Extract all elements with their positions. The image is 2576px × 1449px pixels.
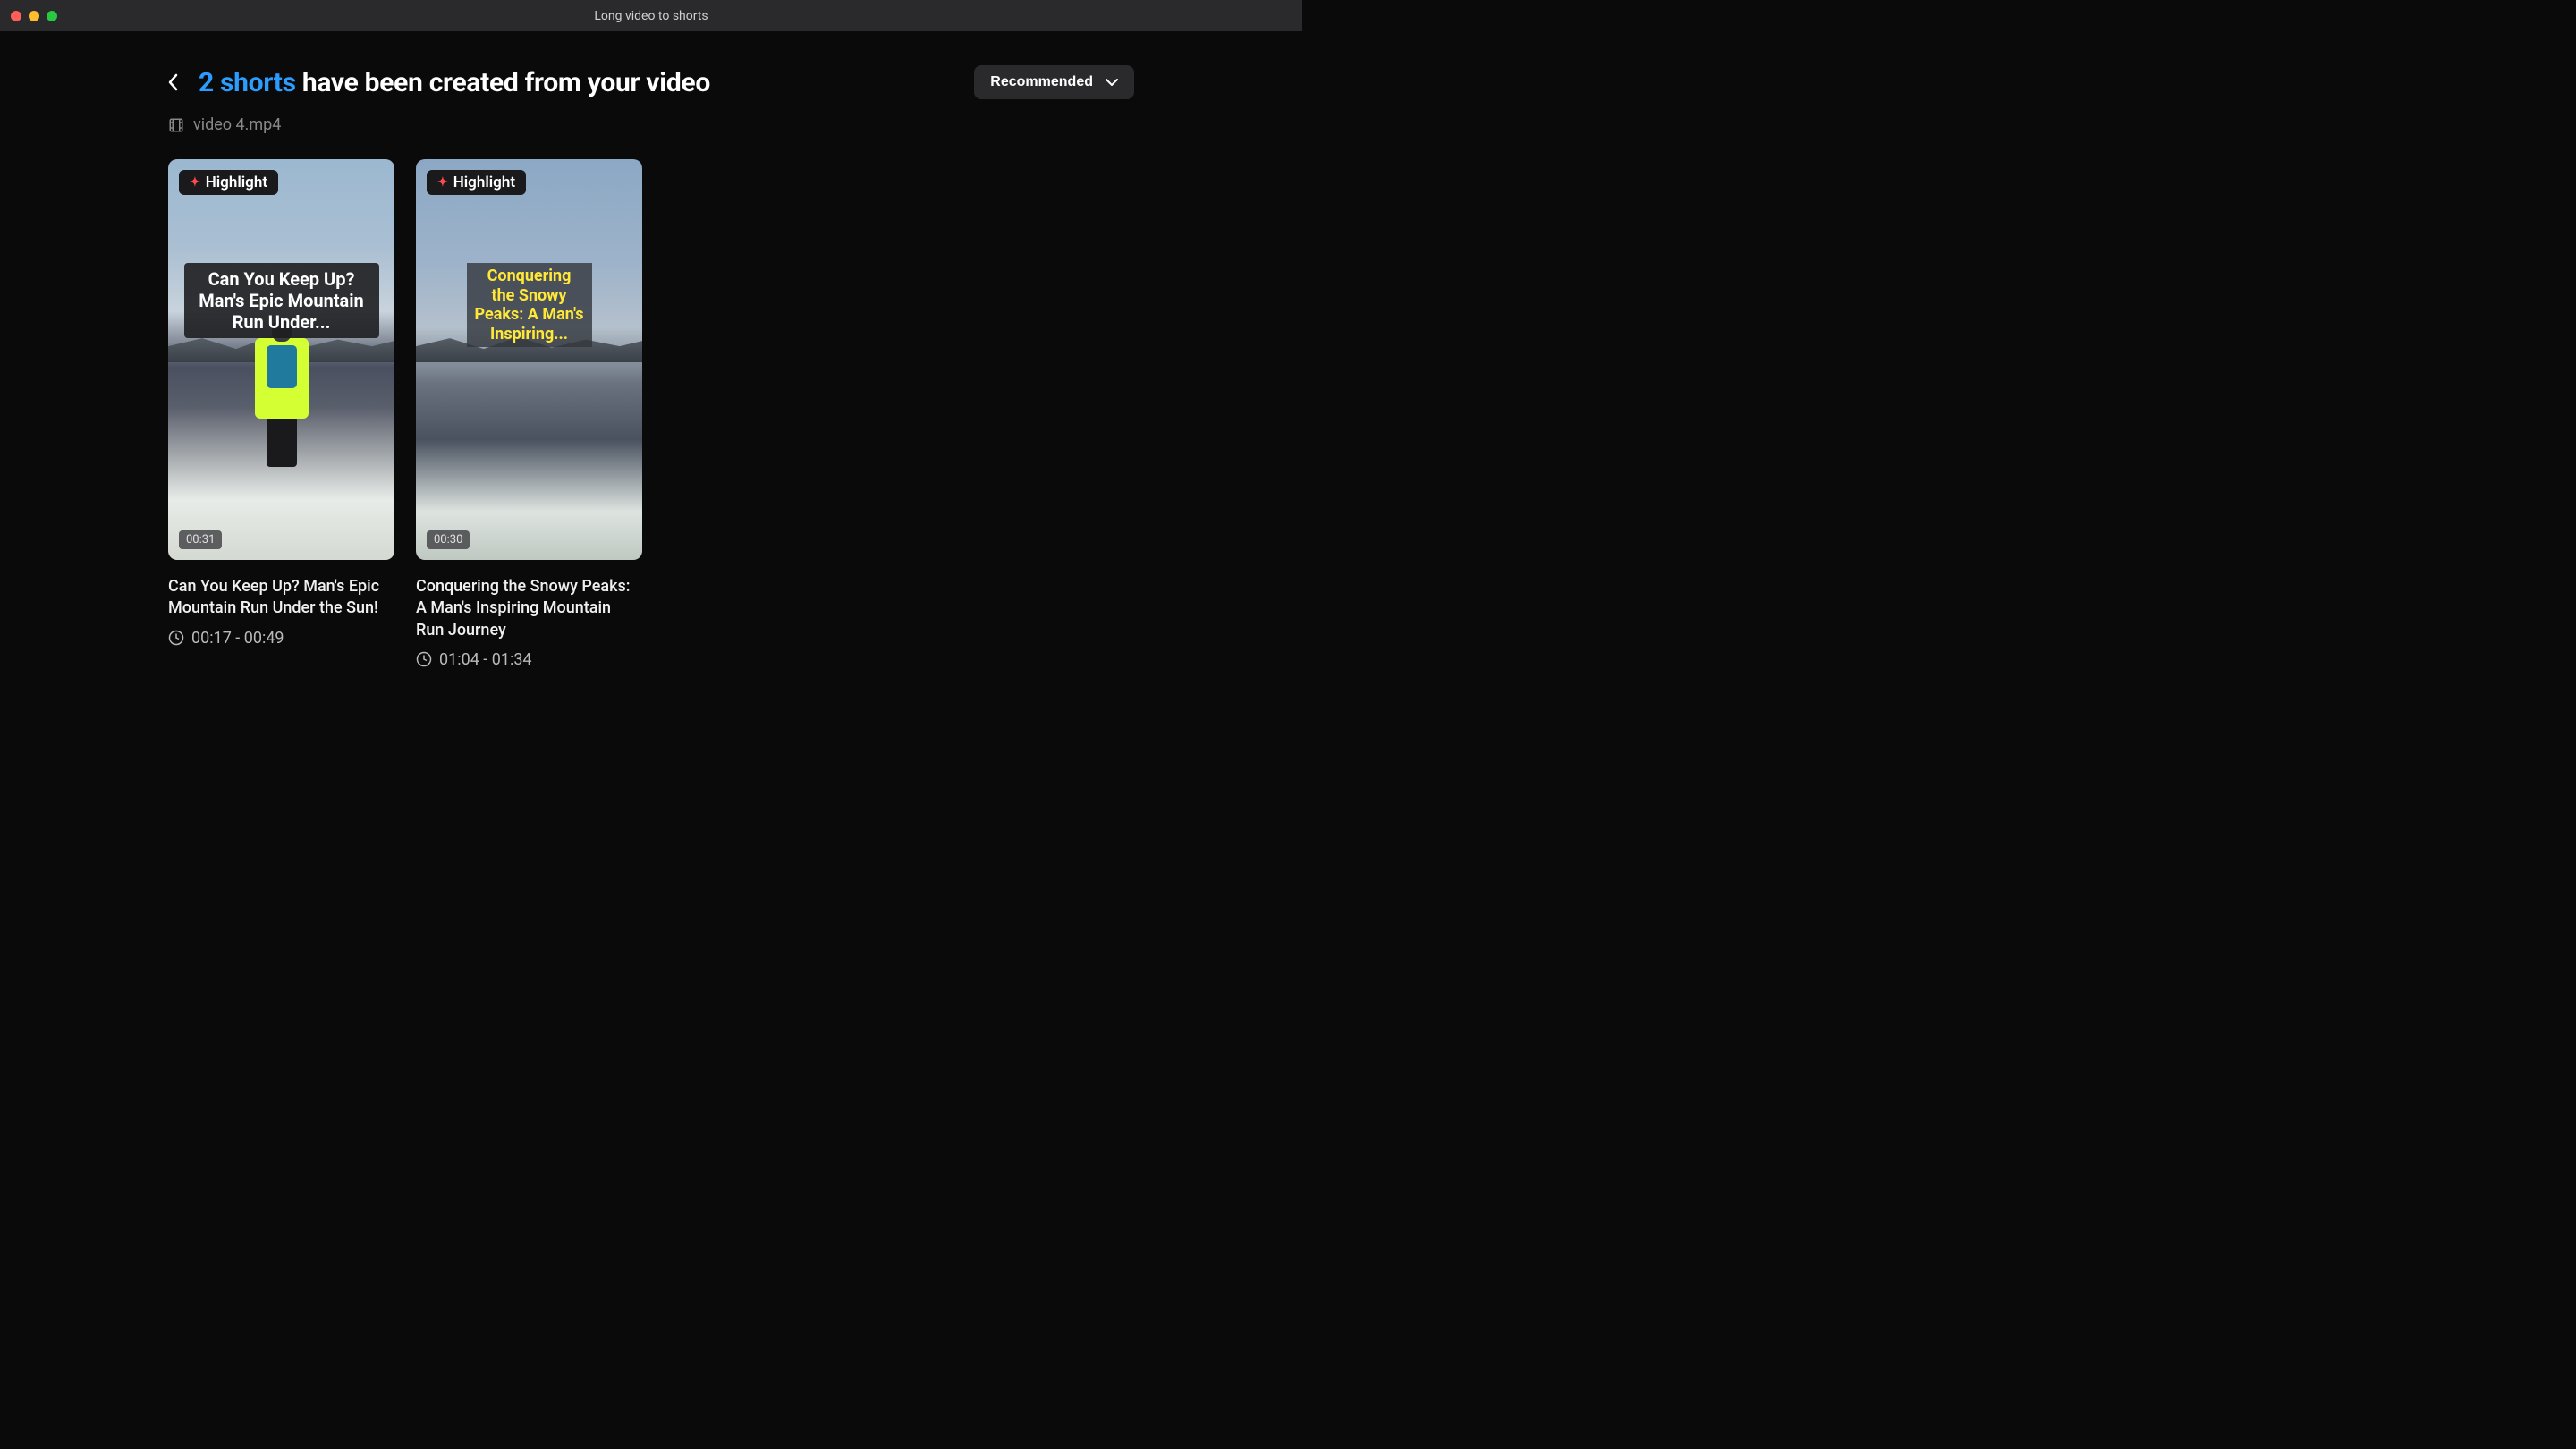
close-window-button[interactable] xyxy=(11,11,21,21)
highlight-badge: ✦ Highlight xyxy=(179,170,278,195)
page-title-rest: have been created from your video xyxy=(296,67,710,98)
duration-badge: 00:31 xyxy=(179,530,222,549)
header-row: 2 shorts have been created from your vid… xyxy=(0,65,1302,99)
header-left: 2 shorts have been created from your vid… xyxy=(168,67,710,98)
sort-dropdown[interactable]: Recommended xyxy=(974,65,1134,99)
sparkle-icon: ✦ xyxy=(190,175,200,190)
thumbnail-overlay-title: Can You Keep Up? Man's Epic Mountain Run… xyxy=(184,263,379,338)
back-button[interactable] xyxy=(168,73,179,91)
film-icon xyxy=(168,117,184,133)
shorts-grid: ✦ Highlight Can You Keep Up? Man's Epic … xyxy=(0,159,1302,669)
main-content: 2 shorts have been created from your vid… xyxy=(0,31,1302,669)
highlight-badge-label: Highlight xyxy=(453,174,515,191)
short-card: ✦ Highlight Conquering the Snowy Peaks: … xyxy=(416,159,642,669)
short-thumbnail[interactable]: ✦ Highlight Can You Keep Up? Man's Epic … xyxy=(168,159,394,560)
short-title: Can You Keep Up? Man's Epic Mountain Run… xyxy=(168,576,394,620)
time-range-text: 01:04 - 01:34 xyxy=(439,650,532,669)
short-card: ✦ Highlight Can You Keep Up? Man's Epic … xyxy=(168,159,394,669)
chevron-down-icon xyxy=(1106,79,1118,86)
time-range-text: 00:17 - 00:49 xyxy=(191,629,284,648)
page-title: 2 shorts have been created from your vid… xyxy=(199,67,710,98)
shorts-count: 2 shorts xyxy=(199,67,296,98)
titlebar: Long video to shorts xyxy=(0,0,1302,31)
window-controls xyxy=(11,11,57,21)
short-thumbnail[interactable]: ✦ Highlight Conquering the Snowy Peaks: … xyxy=(416,159,642,560)
thumbnail-overlay-title: Conquering the Snowy Peaks: A Man's Insp… xyxy=(467,263,592,347)
maximize-window-button[interactable] xyxy=(47,11,57,21)
time-range: 00:17 - 00:49 xyxy=(168,629,394,648)
source-file-row: video 4.mp4 xyxy=(0,115,1302,134)
minimize-window-button[interactable] xyxy=(29,11,39,21)
sort-label: Recommended xyxy=(990,74,1093,90)
duration-badge: 00:30 xyxy=(427,530,470,549)
source-filename: video 4.mp4 xyxy=(193,115,281,134)
time-range: 01:04 - 01:34 xyxy=(416,650,642,669)
highlight-badge: ✦ Highlight xyxy=(427,170,526,195)
chevron-left-icon xyxy=(168,73,179,91)
highlight-badge-label: Highlight xyxy=(206,174,267,191)
window-title: Long video to shorts xyxy=(594,9,708,23)
sparkle-icon: ✦ xyxy=(437,175,448,190)
clock-icon xyxy=(416,651,432,667)
short-title: Conquering the Snowy Peaks: A Man's Insp… xyxy=(416,576,642,641)
clock-icon xyxy=(168,630,184,646)
